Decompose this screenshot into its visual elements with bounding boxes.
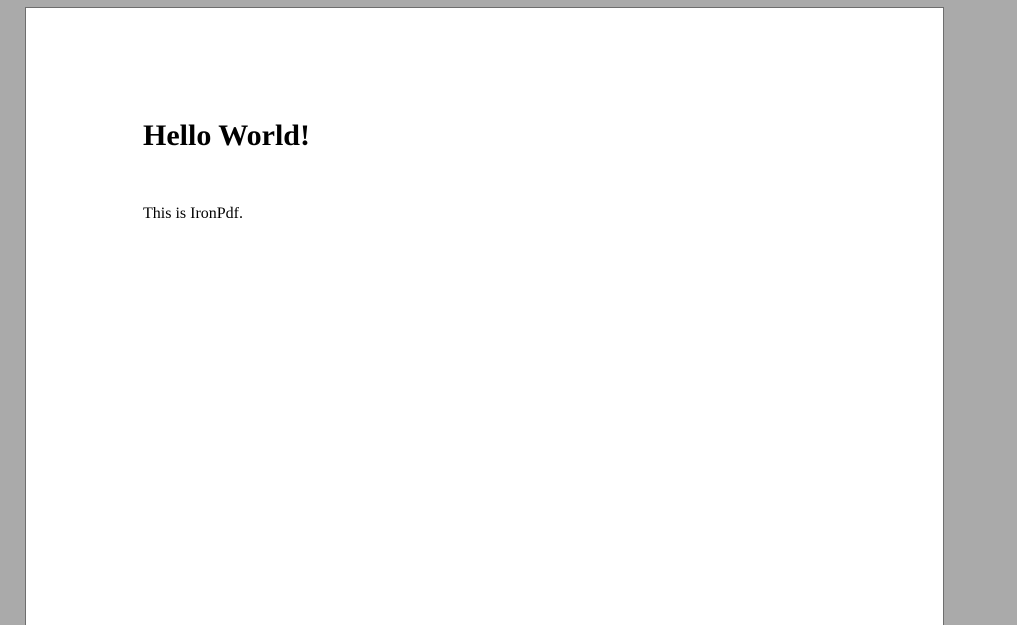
- pdf-page: Hello World! This is IronPdf.: [25, 7, 944, 625]
- pdf-viewer-area[interactable]: Hello World! This is IronPdf.: [0, 0, 1017, 625]
- page-heading: Hello World!: [143, 119, 310, 152]
- page-paragraph: This is IronPdf.: [143, 205, 243, 222]
